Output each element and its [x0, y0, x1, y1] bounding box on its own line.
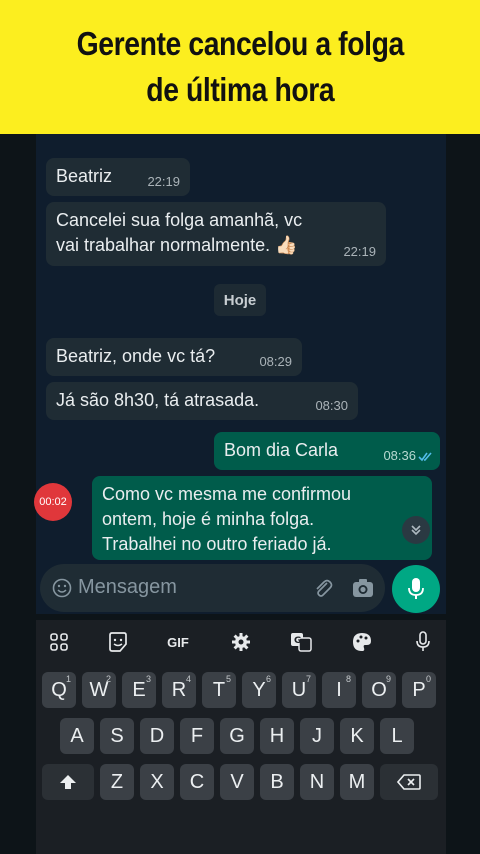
key-y[interactable]: Y6 [242, 672, 276, 708]
shift-key[interactable] [42, 764, 94, 800]
key-q[interactable]: Q1 [42, 672, 76, 708]
message-text: Beatriz [56, 166, 113, 186]
settings-icon[interactable] [226, 628, 256, 656]
message-bubble-outgoing[interactable]: Como vc mesma me confirmou ontem, hoje é… [92, 476, 432, 560]
camera-icon[interactable] [352, 578, 374, 598]
key-e[interactable]: E3 [122, 672, 156, 708]
caption-line-1: Gerente cancelou a folga [76, 25, 404, 62]
key-l[interactable]: L [380, 718, 414, 754]
message-bubble-incoming[interactable]: Já são 8h30, tá atrasada. 08:30 [46, 382, 358, 420]
message-bubble-incoming[interactable]: Beatriz, onde vc tá? 08:29 [46, 338, 302, 376]
shift-arrow-icon [60, 775, 76, 789]
message-bubble-incoming[interactable]: Beatriz 22:19 [46, 158, 190, 196]
key-z[interactable]: Z [100, 764, 134, 800]
message-text: Bom dia Carla [224, 440, 339, 460]
sticker-icon[interactable] [103, 628, 133, 656]
key-a[interactable]: A [60, 718, 94, 754]
translate-icon[interactable]: G [286, 628, 316, 656]
read-ticks-icon [418, 452, 432, 462]
key-n[interactable]: N [300, 764, 334, 800]
key-c[interactable]: C [180, 764, 214, 800]
message-bubble-incoming[interactable]: Cancelei sua folga amanhã, vc vai trabal… [46, 202, 386, 266]
backspace-key[interactable] [380, 764, 438, 800]
backspace-icon [397, 774, 421, 790]
message-composer[interactable]: Mensagem [40, 564, 385, 612]
key-d[interactable]: D [140, 718, 174, 754]
key-g[interactable]: G [220, 718, 254, 754]
key-i[interactable]: I8 [322, 672, 356, 708]
key-u[interactable]: U7 [282, 672, 316, 708]
double-chevron-down-icon [411, 525, 421, 536]
message-time: 08:30 [315, 398, 348, 413]
message-text: Beatriz, onde vc tá? [56, 346, 216, 366]
gif-button[interactable]: GIF [163, 628, 193, 656]
on-screen-keyboard: GIF G Q 1 W 2 E 3 R 4 T 5 Y 6 U 7 I 8 O … [36, 620, 446, 854]
key-s[interactable]: S [100, 718, 134, 754]
caption-banner: Gerente cancelou a folga de última hora [0, 0, 480, 134]
date-separator: Hoje [214, 284, 266, 316]
key-x[interactable]: X [140, 764, 174, 800]
emoji-icon[interactable] [52, 578, 72, 598]
message-time: 08:29 [259, 354, 292, 369]
key-h[interactable]: H [260, 718, 294, 754]
svg-text:G: G [294, 636, 301, 646]
key-r[interactable]: R4 [162, 672, 196, 708]
caption-line-2: de última hora [146, 71, 334, 108]
recording-timer: 00:02 [34, 483, 72, 521]
message-time: 08:36 [383, 448, 416, 463]
message-text: Cancelei sua folga amanhã, vc vai trabal… [56, 210, 303, 255]
message-bubble-outgoing[interactable]: Bom dia Carla 08:36 [214, 432, 440, 470]
key-m[interactable]: M [340, 764, 374, 800]
message-time: 22:19 [147, 174, 180, 189]
apps-grid-icon[interactable] [44, 628, 74, 656]
key-k[interactable]: K [340, 718, 374, 754]
phone-screen: Beatriz 22:19 Cancelei sua folga amanhã,… [0, 134, 480, 854]
keyboard-mic-icon[interactable] [408, 628, 438, 656]
key-j[interactable]: J [300, 718, 334, 754]
key-v[interactable]: V [220, 764, 254, 800]
scroll-down-button[interactable] [402, 516, 430, 544]
key-w[interactable]: W2 [82, 672, 116, 708]
message-input[interactable]: Mensagem [78, 576, 177, 599]
palette-icon[interactable] [347, 628, 377, 656]
key-o[interactable]: O9 [362, 672, 396, 708]
attach-icon[interactable] [312, 577, 334, 599]
message-time: 22:19 [343, 244, 376, 259]
message-text: Como vc mesma me confirmou ontem, hoje é… [102, 484, 352, 554]
message-text: Já são 8h30, tá atrasada. [56, 390, 260, 410]
key-b[interactable]: B [260, 764, 294, 800]
key-p[interactable]: P0 [402, 672, 436, 708]
mic-icon [408, 578, 424, 599]
voice-message-button[interactable] [392, 565, 440, 613]
key-t[interactable]: T5 [202, 672, 236, 708]
key-f[interactable]: F [180, 718, 214, 754]
